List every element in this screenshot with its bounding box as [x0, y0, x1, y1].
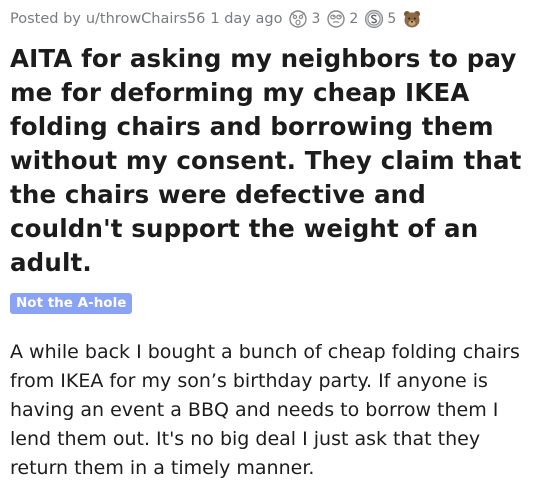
- award-shocked[interactable]: 3: [288, 9, 320, 29]
- post-body-text: A while back I bought a bunch of cheap f…: [10, 341, 520, 479]
- post-container: Posted by u/throwChairs56 1 day ago 3 2 …: [10, 0, 535, 483]
- award-rolling-eyes[interactable]: 2: [326, 9, 358, 29]
- rolling-eyes-award-icon: [326, 9, 346, 29]
- post-meta: Posted by u/throwChairs56 1 day ago 3 2 …: [10, 0, 535, 38]
- shocked-face-award-icon: [288, 9, 308, 29]
- award-count: 2: [349, 11, 359, 27]
- post-timestamp[interactable]: 1 day ago: [210, 11, 282, 27]
- silver-coin-award-icon: [364, 9, 384, 29]
- bear-face-award-icon: [402, 9, 422, 29]
- award-silver[interactable]: 5: [364, 9, 396, 29]
- posted-by-label: Posted by: [10, 11, 81, 27]
- award-count: 3: [311, 11, 321, 27]
- award-count: 5: [387, 11, 397, 27]
- post-flair-badge[interactable]: Not the A-hole: [10, 293, 133, 314]
- post-title[interactable]: AITA for asking my neighbors to pay me f…: [10, 42, 535, 280]
- author-username-link[interactable]: u/throwChairs56: [86, 11, 206, 27]
- award-bear[interactable]: [402, 9, 422, 29]
